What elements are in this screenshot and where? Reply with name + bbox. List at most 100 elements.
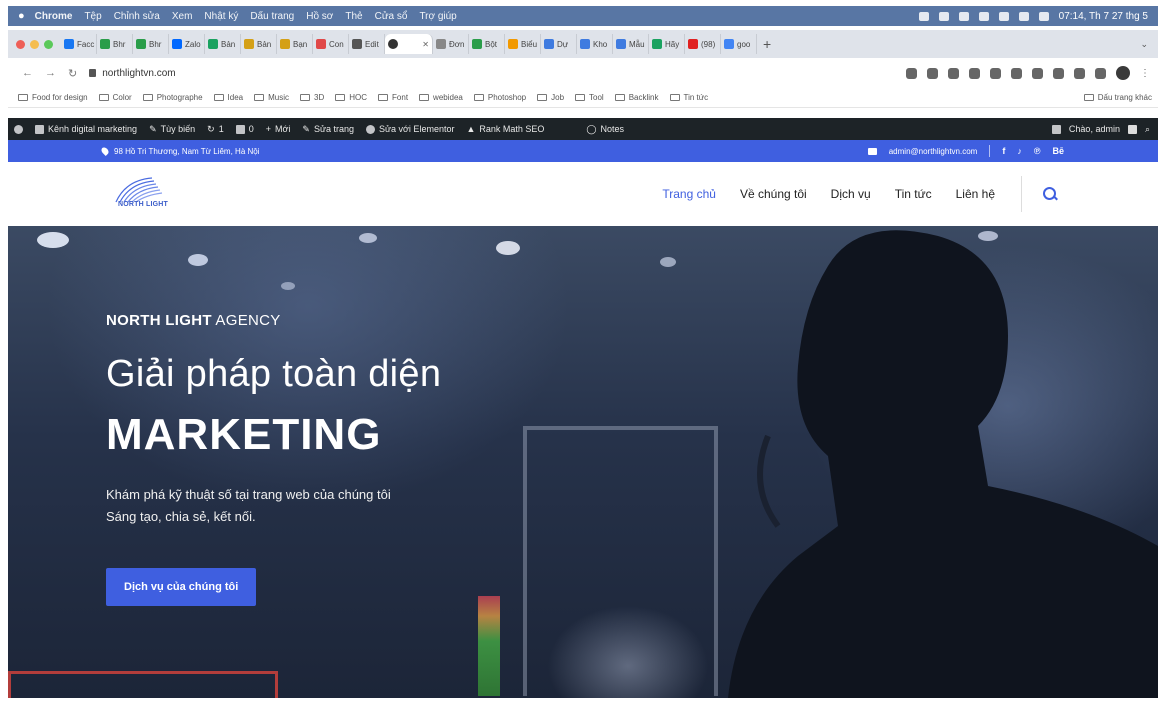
browser-tab[interactable]: Kho [577,34,613,54]
control-center-icon[interactable] [1038,11,1049,21]
tab-search-chevron-icon[interactable]: ⌄ [1140,39,1148,50]
browser-tab[interactable]: (98) [685,34,721,54]
nav-about[interactable]: Về chúng tôi [740,187,807,201]
bookmark-folder[interactable]: Music [254,93,289,102]
bookmark-star-icon[interactable] [927,67,938,79]
browser-tab[interactable]: Zalo [169,34,205,54]
bookmark-folder[interactable]: Color [98,93,132,102]
nav-contact[interactable]: Liên hệ [956,187,995,201]
apple-icon[interactable]: ● [18,10,25,22]
site-logo[interactable]: NORTH LIGHT [108,174,198,214]
browser-tab[interactable]: Dự [541,34,577,54]
extension-icon[interactable] [1074,67,1085,79]
profile-avatar[interactable] [1116,66,1130,80]
status-icon[interactable] [938,11,949,21]
reload-icon[interactable]: ↻ [68,67,77,80]
menu-edit[interactable]: Chỉnh sửa [114,11,160,22]
bookmark-folder[interactable]: Photographe [142,93,203,102]
pinterest-icon[interactable]: ℗ [1034,146,1041,156]
wp-rankmath[interactable]: ▲ Rank Math SEO [466,124,544,134]
menu-profiles[interactable]: Hồ sơ [306,11,333,22]
wp-new[interactable]: + Mới [266,124,291,134]
browser-tab[interactable]: Bhr [133,34,169,54]
menu-app-chrome[interactable]: Chrome [35,11,73,22]
status-icon[interactable] [918,11,929,21]
wp-site-name[interactable]: Kênh digital marketing [35,124,137,134]
bookmark-folder[interactable]: Font [378,93,408,102]
nav-home[interactable]: Trang chủ [662,187,716,201]
browser-tab[interactable]: Con [313,34,349,54]
wifi-icon[interactable] [998,11,1009,21]
bookmark-folder[interactable]: Idea [213,93,243,102]
minimize-window-icon[interactable] [30,39,39,49]
browser-tab[interactable]: Mẫu [613,34,649,54]
menu-view[interactable]: Xem [172,11,193,22]
menu-bookmarks[interactable]: Dấu trang [250,11,294,22]
bookmark-folder[interactable]: webidea [419,93,463,102]
sidebar-icon[interactable] [1095,67,1106,79]
bookmark-folder[interactable]: Photoshop [473,93,526,102]
close-tab-icon[interactable]: ✕ [422,40,429,49]
bookmark-folder[interactable]: HOC [335,93,367,102]
forward-icon[interactable]: → [45,67,56,79]
search-icon[interactable] [1018,11,1029,21]
wp-updates[interactable]: ↻ 1 [207,124,224,135]
bookmark-folder[interactable]: Backlink [614,93,659,102]
browser-tab[interactable]: Facc [61,34,97,54]
url-field[interactable]: northlightvn.com [102,68,175,79]
other-bookmarks[interactable]: Dấu trang khác [1083,93,1152,102]
wp-logo-icon[interactable] [14,124,23,134]
search-icon[interactable]: ⌕ [1145,124,1150,135]
back-icon[interactable]: ← [22,67,33,79]
browser-tab[interactable]: Bản [205,34,241,54]
services-cta-button[interactable]: Dịch vụ của chúng tôi [106,568,257,606]
wp-notes[interactable]: ◯ Notes [586,124,624,135]
extension-icon[interactable] [969,67,980,79]
battery-icon[interactable] [978,11,989,21]
menu-file[interactable]: Tệp [84,11,101,22]
extension-icon[interactable] [1011,67,1022,79]
browser-tab[interactable]: Đơn [433,34,469,54]
browser-tab[interactable]: Bhr [97,34,133,54]
screen-icon[interactable] [1051,124,1061,134]
share-icon[interactable] [906,67,917,79]
menu-history[interactable]: Nhật ký [204,11,238,22]
extension-icon[interactable] [1032,67,1043,79]
browser-tab[interactable]: Bột [469,34,505,54]
behance-icon[interactable]: Bē [1052,146,1064,156]
browser-tab[interactable]: Bản [241,34,277,54]
bookmark-folder[interactable]: Tool [575,93,604,102]
clock[interactable]: 07:14, Th 7 27 thg 5 [1059,11,1148,22]
bookmark-folder[interactable]: 3D [300,93,324,102]
nav-news[interactable]: Tin tức [895,187,932,201]
extension-icon[interactable] [1053,67,1064,79]
email-link[interactable]: admin@northlightvn.com [889,147,978,156]
browser-tab[interactable]: goo [721,34,757,54]
browser-tab-active[interactable]: ✕ [385,34,433,54]
new-tab-button[interactable]: + [763,36,771,52]
nav-services[interactable]: Dịch vụ [831,187,871,201]
browser-tab[interactable]: Bạn [277,34,313,54]
browser-tab[interactable]: Hãy [649,34,685,54]
wp-greeting[interactable]: Chào, admin [1069,124,1120,134]
browser-tab[interactable]: Edit [349,34,385,54]
menu-help[interactable]: Trợ giúp [419,11,456,22]
search-icon[interactable] [1042,186,1058,202]
tiktok-icon[interactable]: ♪ [1017,146,1022,156]
bookmark-folder[interactable]: Job [537,93,564,102]
wp-edit-page[interactable]: ✎ Sửa trang [302,124,354,135]
wp-customize[interactable]: ✎ Tùy biến [149,124,195,135]
menu-window[interactable]: Cửa sổ [375,11,408,22]
extension-icon[interactable] [948,67,959,79]
wp-elementor[interactable]: Sửa với Elementor [366,124,454,134]
more-menu-icon[interactable]: ⋮ [1140,68,1150,79]
maximize-window-icon[interactable] [44,39,53,49]
close-window-icon[interactable] [16,39,25,49]
wp-comments[interactable]: 0 [235,124,254,134]
browser-tab[interactable]: Biểu [505,34,541,54]
lock-icon[interactable] [89,69,97,77]
menu-tab[interactable]: Thẻ [345,11,362,22]
avatar[interactable] [1127,124,1137,134]
bookmark-folder[interactable]: Tin tức [669,93,708,102]
extension-icon[interactable] [990,67,1001,79]
